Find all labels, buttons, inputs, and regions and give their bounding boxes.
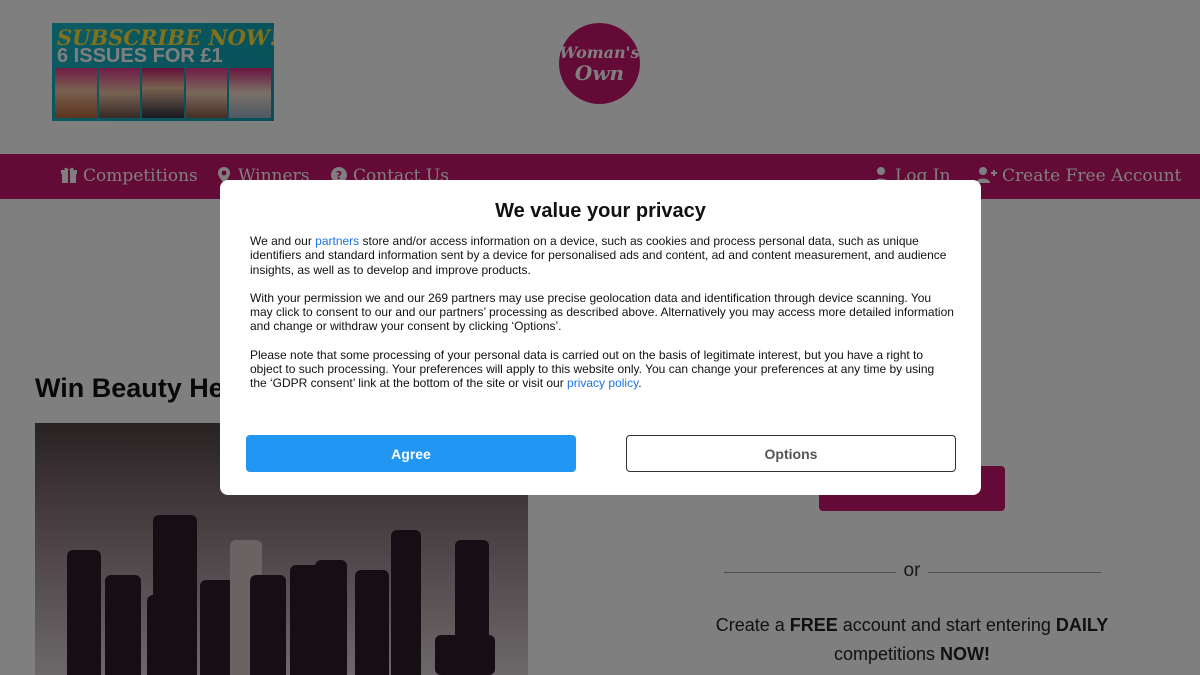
consent-paragraph-3: Please note that some processing of your… xyxy=(250,348,954,391)
consent-paragraph-2: With your permission we and our 269 part… xyxy=(250,290,954,334)
privacy-consent-dialog: We value your privacy We and our partner… xyxy=(220,180,981,495)
consent-text: . xyxy=(638,376,642,391)
privacy-policy-link[interactable]: privacy policy xyxy=(567,376,638,390)
partners-link[interactable]: partners xyxy=(315,234,359,248)
consent-paragraph-1: We and our partners store and/or access … xyxy=(250,234,954,277)
options-button[interactable]: Options xyxy=(626,435,956,472)
agree-button[interactable]: Agree xyxy=(246,435,576,472)
consent-title: We value your privacy xyxy=(495,200,706,222)
consent-text: We and our xyxy=(250,234,316,248)
consent-body: We and our partners store and/or access … xyxy=(250,234,954,405)
